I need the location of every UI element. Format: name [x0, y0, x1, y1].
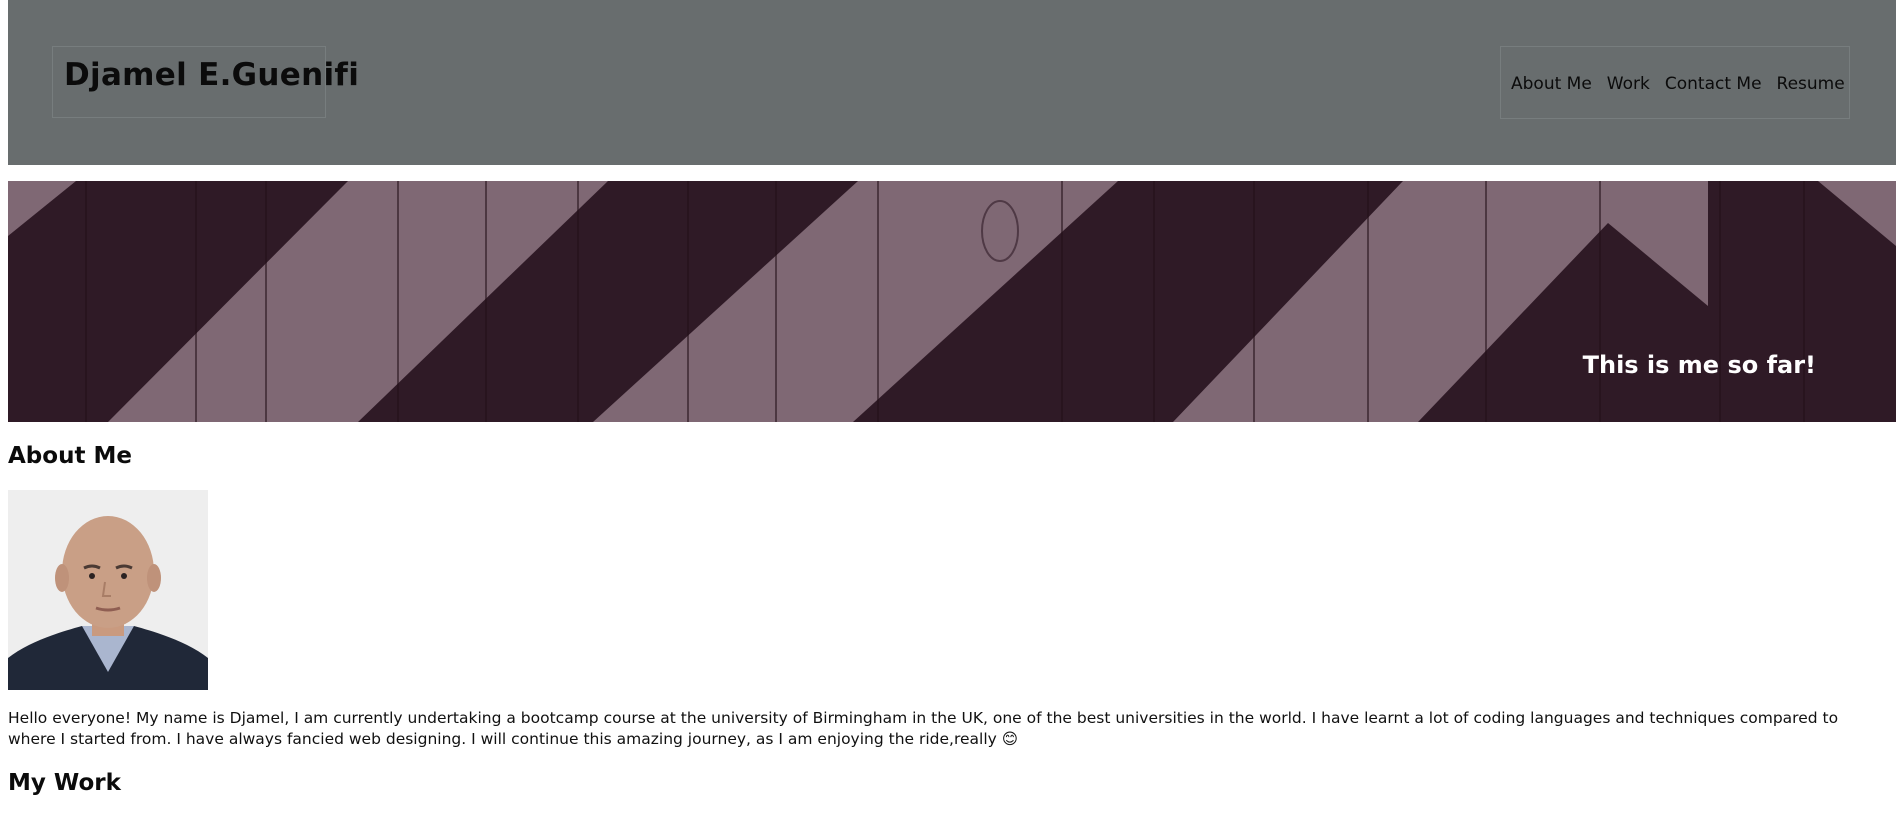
main-nav: About Me Work Contact Me Resume [1500, 46, 1850, 119]
about-me-bio: Hello everyone! My name is Djamel, I am … [8, 709, 1839, 748]
site-title: Djamel E.Guenifi [64, 57, 360, 93]
about-me-heading: About Me [8, 443, 132, 469]
brand-box: Djamel E.Guenifi [52, 46, 359, 118]
nav-link-about-me[interactable]: About Me [1511, 74, 1592, 94]
nav-link-work[interactable]: Work [1607, 74, 1650, 94]
hero-caption: This is me so far! [1582, 351, 1816, 379]
nav-link-resume[interactable]: Resume [1777, 74, 1845, 94]
nav-link-contact-me[interactable]: Contact Me [1665, 74, 1762, 94]
site-header: Djamel E.Guenifi About Me Work Contact M… [8, 0, 1896, 165]
my-work-heading: My Work [8, 770, 121, 796]
hero-banner: This is me so far! [8, 181, 1896, 422]
hero-striped-wood-image [8, 181, 1896, 422]
profile-photo [8, 490, 208, 690]
